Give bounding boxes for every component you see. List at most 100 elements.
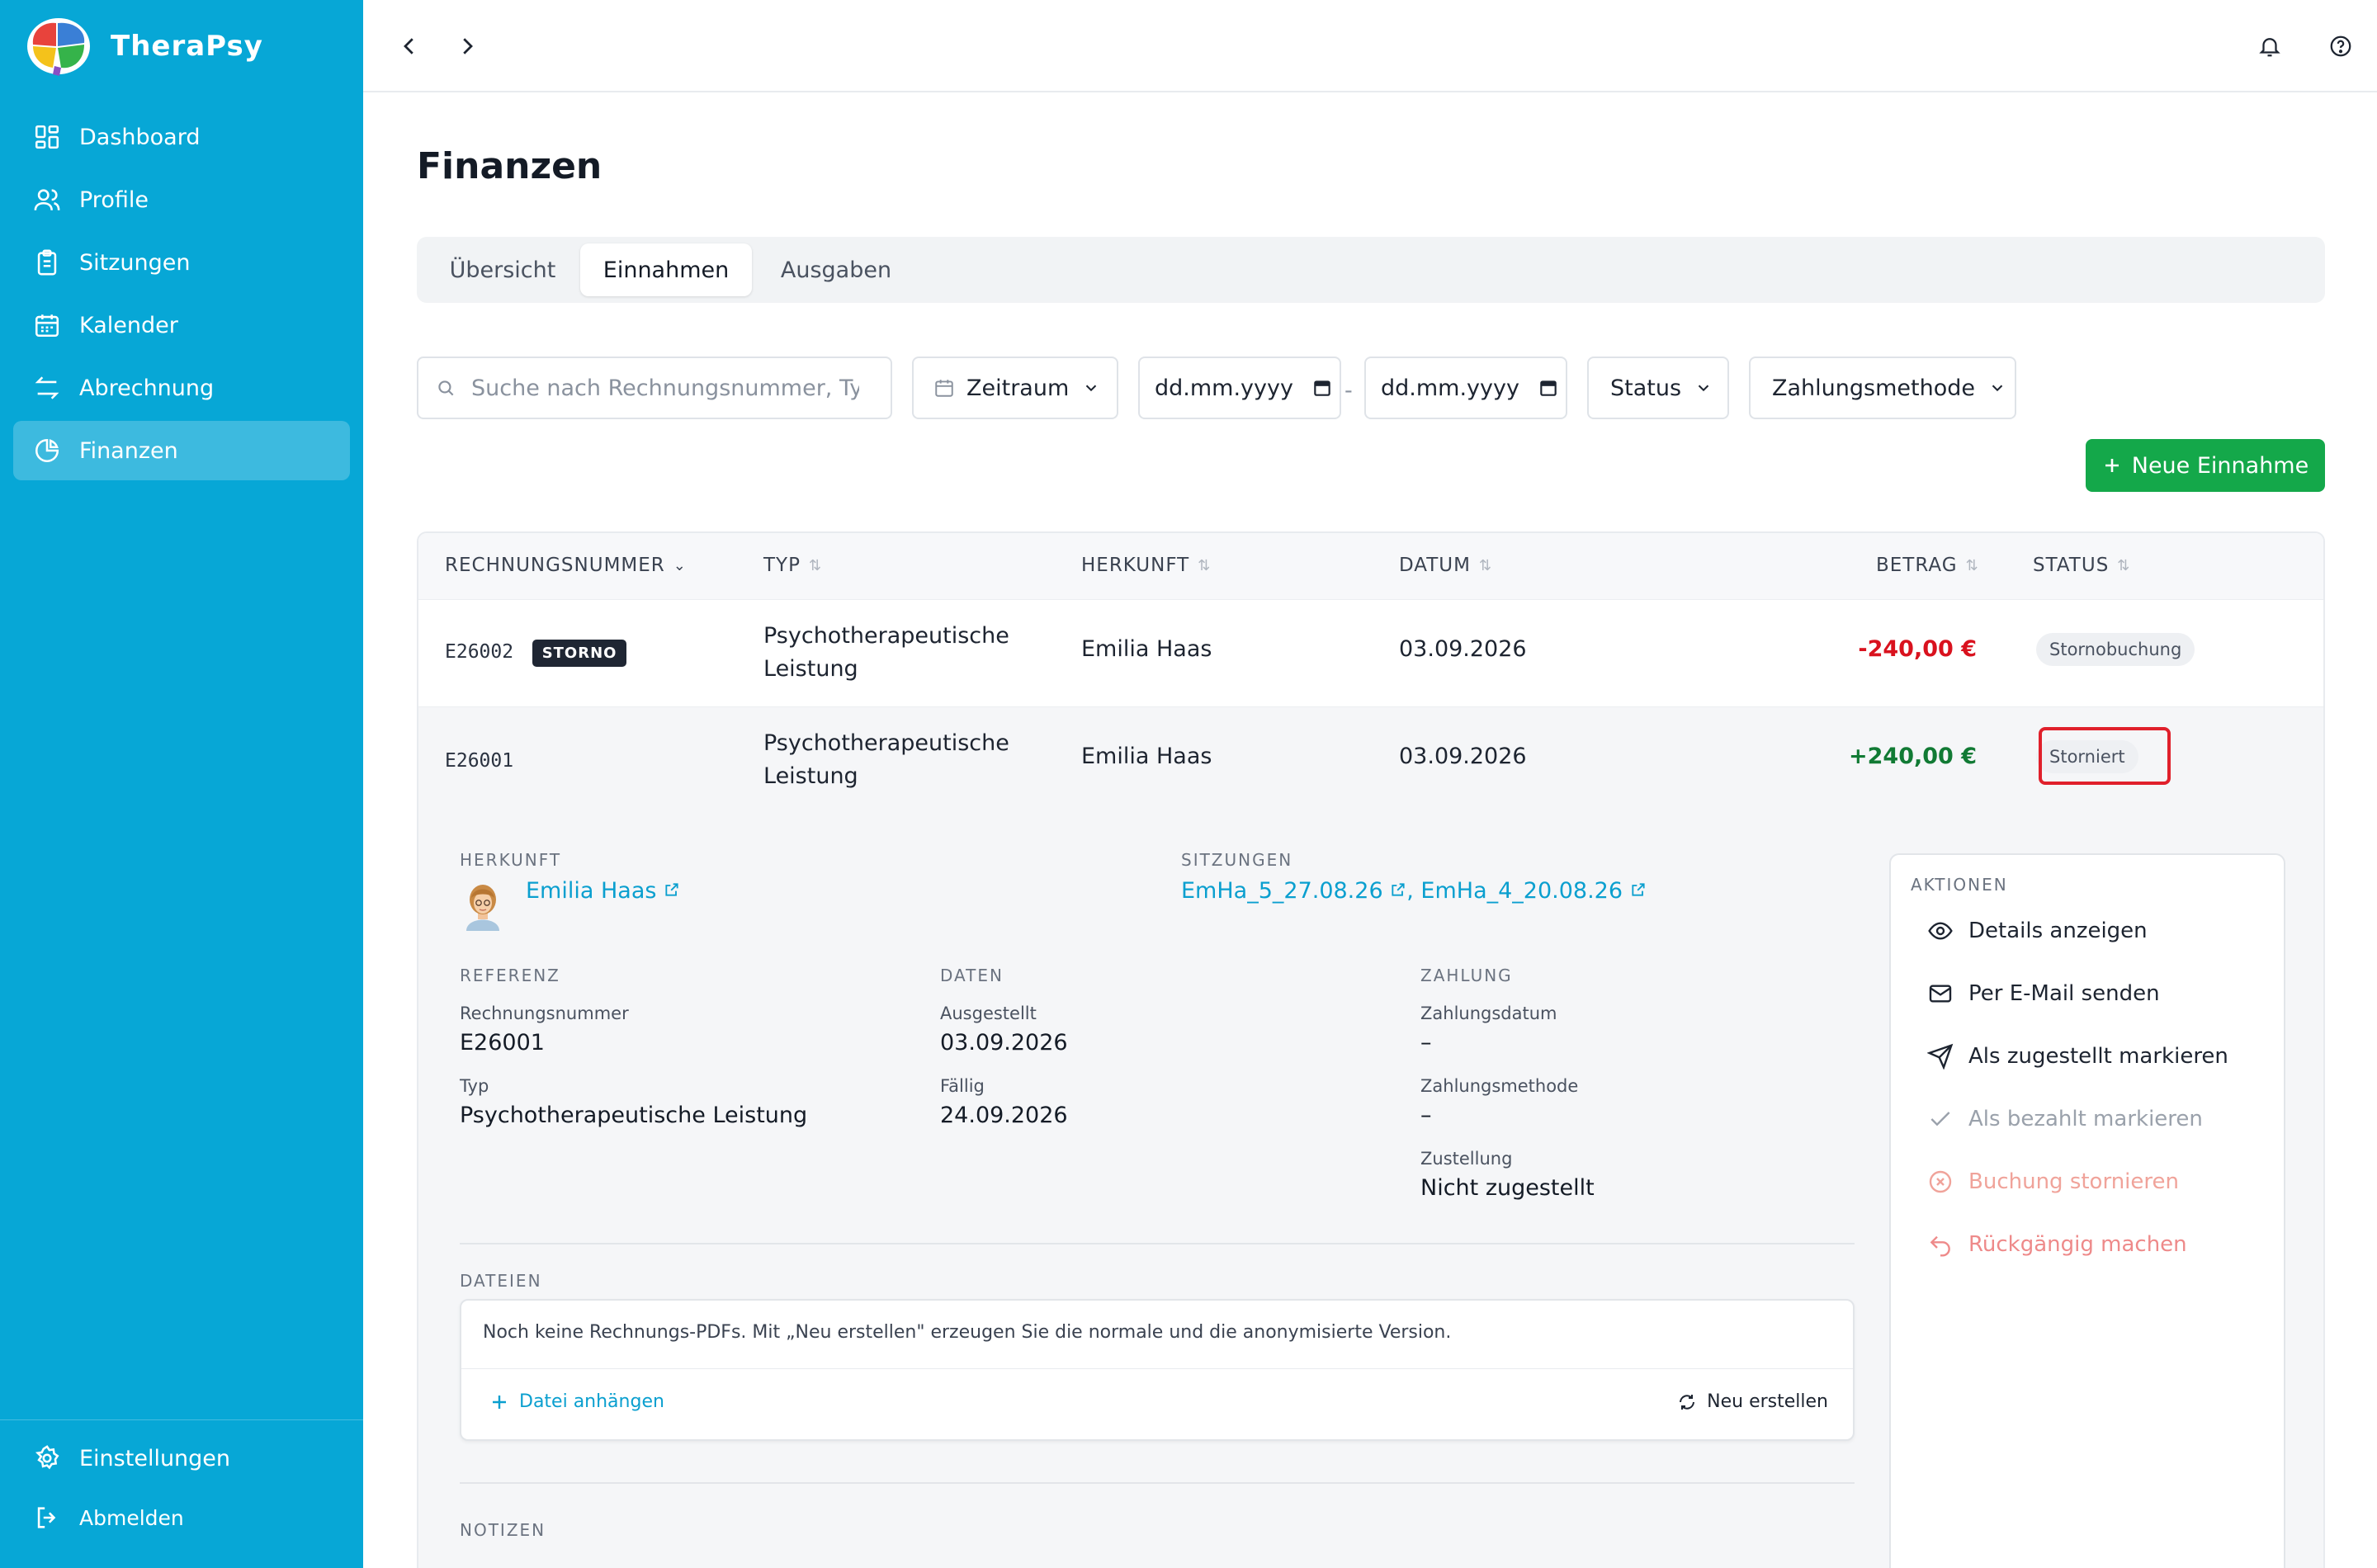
chevron-down-icon — [1086, 385, 1097, 392]
files-empty-note: Noch keine Rechnungs-PDFs. Mit „Neu erst… — [483, 1322, 1452, 1343]
sidebar-item-einstellungen[interactable]: Einstellungen — [13, 1429, 350, 1488]
session-separator: , — [1406, 878, 1414, 904]
origin-cell: Emilia Haas — [1081, 744, 1212, 769]
table-row[interactable]: E26002 STORNO Psychotherapeutische Leist… — [418, 599, 2323, 706]
column-header-label: DATUM — [1399, 555, 1471, 576]
mark-delivered-action[interactable]: Als zugestellt markieren — [1927, 1043, 2228, 1070]
sidebar-item-label: Abrechnung — [79, 375, 215, 401]
column-header-label: STATUS — [2033, 555, 2110, 576]
new-income-button[interactable]: Neue Einnahme — [2086, 439, 2325, 492]
logout-button[interactable]: Abmelden — [13, 1488, 350, 1547]
action-label: Details anzeigen — [1968, 919, 2148, 943]
origin-section-label: HERKUNFT — [460, 850, 562, 870]
origin-cell: Emilia Haas — [1081, 636, 1212, 662]
sort-icon: ⇅ — [1198, 556, 1212, 574]
amount-cell: -240,00 € — [1858, 636, 1977, 662]
sidebar-item-label: Sitzungen — [79, 249, 191, 276]
external-link-icon — [1390, 878, 1406, 904]
period-select[interactable]: Zeitraum — [912, 357, 1118, 419]
regenerate-button[interactable]: Neu erstellen — [1677, 1391, 1828, 1412]
payment-method-label: Zahlungsmethode — [1420, 1076, 1579, 1096]
origin-link[interactable]: Emilia Haas — [526, 878, 680, 904]
column-header-typ[interactable]: TYP ⇅ — [763, 555, 822, 576]
invoice-number-label: Rechnungsnummer — [460, 1004, 629, 1023]
column-header-status[interactable]: STATUS ⇅ — [2033, 555, 2130, 576]
brand[interactable]: TheraPsy — [25, 15, 263, 78]
sort-icon: ⇅ — [1965, 556, 1979, 574]
notes-section-label: NOTIZEN — [460, 1520, 546, 1540]
external-link-icon — [664, 878, 680, 904]
back-button[interactable] — [393, 30, 426, 63]
income-table: RECHNUNGSNUMMER ⌄ TYP ⇅ HERKUNFT ⇅ DATUM ⇅ B… — [417, 531, 2325, 1568]
action-label: Als zugestellt markieren — [1968, 1044, 2228, 1069]
users-icon — [34, 189, 60, 210]
payment-method-select[interactable]: Zahlungsmethode — [1749, 357, 2016, 419]
sidebar: TheraPsy Dashboard Profile Sitzungen Kal… — [0, 0, 363, 1568]
type-cell: Psychotherapeutische Leistung — [763, 620, 1009, 686]
sidebar-item-kalender[interactable]: Kalender — [13, 295, 350, 355]
date-to-input[interactable]: dd.mm.yyyy — [1364, 357, 1567, 419]
status-label: Status — [1610, 375, 1682, 401]
column-header-rechnungsnummer[interactable]: RECHNUNGSNUMMER ⌄ — [445, 555, 687, 576]
sidebar-item-label: Dashboard — [79, 124, 201, 150]
chevron-down-icon — [1992, 385, 2003, 392]
sidebar-item-sitzungen[interactable]: Sitzungen — [13, 233, 350, 292]
check-icon — [1930, 1112, 1950, 1126]
invoice-number: E26002 — [445, 641, 514, 663]
help-button[interactable] — [2324, 30, 2357, 63]
column-header-betrag[interactable]: BETRAG ⇅ — [1876, 555, 1979, 576]
calendar-icon — [35, 314, 59, 338]
refresh-icon — [1680, 1394, 1695, 1410]
tab-einnahmen[interactable]: Einnahmen — [580, 243, 752, 296]
tab-uebersicht[interactable]: Übersicht — [423, 243, 582, 296]
regenerate-label: Neu erstellen — [1707, 1391, 1828, 1412]
type-value: Psychotherapeutische Leistung — [460, 1103, 808, 1128]
sessions-links: EmHa_5_27.08.26 , EmHa_4_20.08.26 — [1181, 878, 1647, 904]
column-header-datum[interactable]: DATUM ⇅ — [1399, 555, 1492, 576]
search-placeholder: Suche nach Rechnungsnummer, Typ — [471, 375, 859, 401]
sidebar-item-abrechnung[interactable]: Abrechnung — [13, 358, 350, 418]
date-from-input[interactable]: dd.mm.yyyy — [1138, 357, 1341, 419]
type-line: Psychotherapeutische — [763, 623, 1009, 649]
forward-button[interactable] — [451, 30, 484, 63]
undo-action[interactable]: Rückgängig machen — [1927, 1231, 2187, 1258]
session-link[interactable]: EmHa_4_20.08.26 — [1420, 878, 1623, 904]
session-link[interactable]: EmHa_5_27.08.26 — [1181, 878, 1383, 904]
search-input[interactable]: Suche nach Rechnungsnummer, Typ — [417, 357, 892, 419]
invoice-number-value: E26001 — [460, 1030, 545, 1056]
patient-avatar-icon — [466, 885, 499, 931]
payment-date-value: – — [1420, 1030, 1432, 1056]
eye-icon — [1928, 922, 1953, 940]
column-header-herkunft[interactable]: HERKUNFT ⇅ — [1081, 555, 1211, 576]
mark-paid-action[interactable]: Als bezahlt markieren — [1927, 1106, 2203, 1132]
action-label: Als bezahlt markieren — [1968, 1107, 2203, 1131]
section-divider — [460, 1482, 1855, 1484]
row-detail-panel: HERKUNFT Emilia Haas SITZUNGEN EmHa_5_27… — [418, 814, 2323, 1568]
send-email-action[interactable]: Per E-Mail senden — [1927, 980, 2160, 1007]
date-cell: 03.09.2026 — [1399, 636, 1527, 662]
sort-icon: ⇅ — [2117, 556, 2131, 574]
sidebar-item-dashboard[interactable]: Dashboard — [13, 107, 350, 167]
files-divider — [461, 1368, 1853, 1369]
sort-icon: ⇅ — [1478, 556, 1493, 574]
cancel-booking-action[interactable]: Buchung stornieren — [1927, 1169, 2179, 1195]
sidebar-item-finanzen[interactable]: Finanzen — [13, 421, 350, 480]
plus-icon — [2105, 459, 2119, 472]
invoice-number: E26001 — [445, 750, 514, 772]
tab-ausgaben[interactable]: Ausgaben — [755, 243, 917, 296]
show-details-action[interactable]: Details anzeigen — [1927, 918, 2148, 944]
notifications-button[interactable] — [2253, 30, 2286, 63]
delivery-value: Nicht zugestellt — [1420, 1175, 1595, 1201]
status-select[interactable]: Status — [1587, 357, 1729, 419]
due-label: Fällig — [940, 1076, 985, 1096]
status-cell: Stornobuchung — [2036, 633, 2195, 666]
send-icon — [1927, 1043, 1954, 1070]
status-highlight-box — [2039, 727, 2171, 785]
section-divider — [460, 1243, 1855, 1244]
sidebar-item-profile[interactable]: Profile — [13, 170, 350, 229]
plus-icon — [493, 1395, 506, 1409]
due-value: 24.09.2026 — [940, 1103, 1068, 1128]
storno-badge: STORNO — [532, 640, 627, 667]
table-row[interactable]: E26001 Psychotherapeutische Leistung Emi… — [418, 706, 2323, 814]
attach-file-button[interactable]: Datei anhängen — [489, 1391, 664, 1412]
